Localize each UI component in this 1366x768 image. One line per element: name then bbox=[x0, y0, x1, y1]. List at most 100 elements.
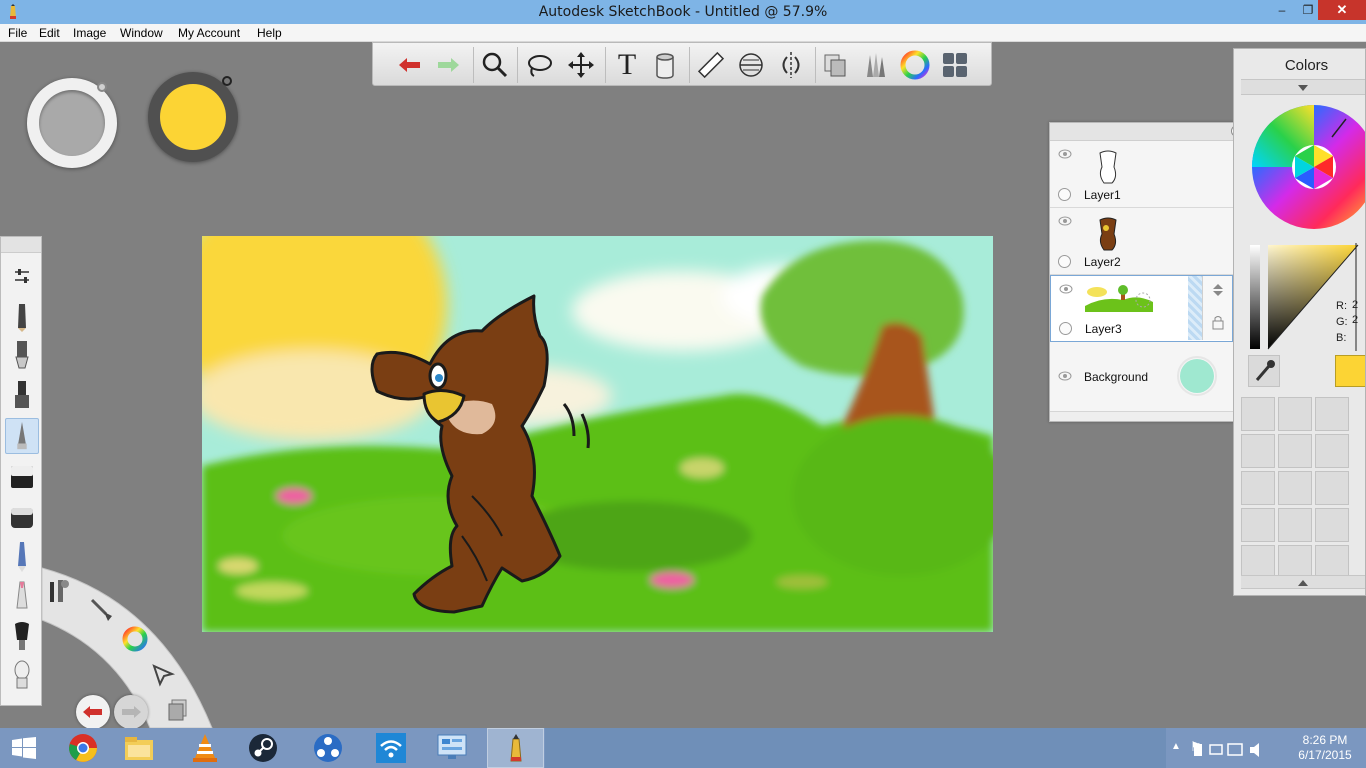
visibility-eye-icon[interactable] bbox=[1058, 371, 1072, 381]
swatch[interactable] bbox=[1241, 508, 1275, 542]
saturation-lightness-triangle[interactable] bbox=[1248, 239, 1366, 355]
g-value[interactable]: 2 bbox=[1352, 314, 1358, 326]
smudge-icon[interactable] bbox=[5, 658, 39, 694]
swatch[interactable] bbox=[1315, 471, 1349, 505]
ellipse-icon[interactable] bbox=[735, 49, 767, 81]
chisel-marker-icon[interactable] bbox=[5, 578, 39, 614]
color-puck[interactable] bbox=[148, 72, 238, 162]
pencil-icon[interactable] bbox=[5, 298, 39, 334]
swatch[interactable] bbox=[1315, 434, 1349, 468]
swatch[interactable] bbox=[1278, 508, 1312, 542]
r-label: R: bbox=[1336, 300, 1347, 312]
visibility-eye-icon[interactable] bbox=[1058, 216, 1072, 226]
menu-bar: File Edit Image Window My Account Help bbox=[0, 24, 1366, 42]
visibility-eye-icon[interactable] bbox=[1058, 149, 1072, 159]
menu-help[interactable]: Help bbox=[257, 26, 282, 40]
tray-chevron-icon[interactable]: ▲ bbox=[1171, 741, 1181, 752]
r-value[interactable]: 2 bbox=[1352, 299, 1358, 311]
menu-window[interactable]: Window bbox=[120, 26, 163, 40]
swatch[interactable] bbox=[1315, 397, 1349, 431]
tools-icon[interactable] bbox=[44, 576, 74, 606]
undo-icon[interactable] bbox=[393, 49, 425, 81]
layer-name: Layer3 bbox=[1085, 322, 1122, 336]
zoom-icon[interactable] bbox=[479, 49, 511, 81]
swatch[interactable] bbox=[1278, 397, 1312, 431]
swatch[interactable] bbox=[1241, 397, 1275, 431]
text-icon[interactable]: T bbox=[611, 49, 643, 81]
color-panel-collapse[interactable] bbox=[1241, 79, 1365, 95]
swatch[interactable] bbox=[1315, 545, 1349, 579]
action-center-flag-icon[interactable]: ⚑ bbox=[1190, 739, 1202, 755]
drawing-canvas[interactable] bbox=[202, 236, 993, 632]
close-button[interactable]: ✕ bbox=[1318, 0, 1366, 20]
lagoon-undo-button[interactable] bbox=[76, 695, 110, 729]
layer-row-layer3[interactable]: Layer3 bbox=[1050, 275, 1233, 342]
visibility-eye-icon[interactable] bbox=[1059, 284, 1073, 294]
minimize-button[interactable]: – bbox=[1268, 0, 1296, 20]
taskbar-wifi-app[interactable] bbox=[364, 728, 418, 768]
eyedropper-button[interactable] bbox=[1248, 355, 1280, 387]
menu-my-account[interactable]: My Account bbox=[178, 26, 240, 40]
layer-row-layer1[interactable]: Layer1 bbox=[1050, 141, 1233, 208]
swatch[interactable] bbox=[1315, 508, 1349, 542]
taskbar-vlc[interactable] bbox=[178, 728, 232, 768]
start-button[interactable] bbox=[0, 728, 50, 768]
layer-select-radio[interactable] bbox=[1058, 188, 1071, 201]
marker-icon[interactable] bbox=[5, 378, 39, 414]
lasso-icon[interactable] bbox=[523, 49, 555, 81]
ruler-icon[interactable] bbox=[695, 49, 727, 81]
layer-row-background[interactable]: Background bbox=[1050, 343, 1233, 410]
taskbar-network-hub[interactable] bbox=[301, 728, 355, 768]
color-editor-icon[interactable] bbox=[120, 624, 150, 654]
brush-properties-icon[interactable] bbox=[5, 258, 39, 294]
lagoon-redo-button[interactable] bbox=[114, 695, 148, 729]
layer-lock-icon[interactable] bbox=[1211, 314, 1225, 330]
taskbar-file-explorer[interactable] bbox=[112, 728, 166, 768]
color-wheel[interactable] bbox=[1248, 101, 1366, 235]
swatch-panel-collapse[interactable] bbox=[1241, 575, 1365, 589]
current-color-swatch[interactable] bbox=[1335, 355, 1365, 387]
airbrush-icon[interactable] bbox=[5, 418, 39, 454]
layer-move-icon[interactable] bbox=[1210, 282, 1226, 298]
symmetry-icon[interactable] bbox=[775, 49, 807, 81]
taskbar-sketchbook[interactable] bbox=[487, 728, 544, 768]
taskbar-clock[interactable]: 8:26 PM 6/17/2015 bbox=[1290, 733, 1360, 763]
copy-paste-icon[interactable] bbox=[819, 49, 851, 81]
paint-brush-icon[interactable] bbox=[5, 618, 39, 654]
eraser-icon[interactable] bbox=[5, 458, 39, 494]
taskbar-control-panel[interactable] bbox=[425, 728, 479, 768]
layers-quick-icon[interactable] bbox=[164, 694, 194, 724]
hard-eraser-icon[interactable] bbox=[5, 498, 39, 534]
swatch[interactable] bbox=[1278, 471, 1312, 505]
background-color-swatch[interactable] bbox=[1177, 356, 1217, 396]
inking-pen-icon[interactable] bbox=[5, 338, 39, 374]
colors-title: Colors bbox=[1284, 57, 1329, 74]
menu-file[interactable]: File bbox=[8, 26, 27, 40]
move-icon[interactable] bbox=[565, 49, 597, 81]
opacity-slider[interactable] bbox=[1188, 276, 1202, 340]
taskbar-chrome[interactable] bbox=[56, 728, 110, 768]
fill-icon[interactable] bbox=[649, 49, 681, 81]
menu-image[interactable]: Image bbox=[73, 26, 106, 40]
start-icon bbox=[12, 737, 36, 759]
swatch[interactable] bbox=[1278, 434, 1312, 468]
system-tray-icons[interactable] bbox=[1168, 742, 1278, 758]
redo-icon[interactable] bbox=[433, 49, 465, 81]
color-wheel-icon[interactable] bbox=[899, 49, 931, 81]
swatch[interactable] bbox=[1278, 545, 1312, 579]
brush-library-icon[interactable] bbox=[86, 594, 116, 624]
brush-palette bbox=[0, 236, 42, 706]
taskbar-steam[interactable] bbox=[236, 728, 290, 768]
brush-puck[interactable] bbox=[27, 78, 117, 168]
ballpoint-icon[interactable] bbox=[5, 538, 39, 574]
layer-row-layer2[interactable]: Layer2 bbox=[1050, 208, 1233, 275]
layout-icon[interactable] bbox=[939, 49, 971, 81]
menu-edit[interactable]: Edit bbox=[39, 26, 60, 40]
swatch[interactable] bbox=[1241, 471, 1275, 505]
layer-select-radio[interactable] bbox=[1059, 322, 1072, 335]
layer-select-radio[interactable] bbox=[1058, 255, 1071, 268]
brush-set-icon[interactable] bbox=[859, 49, 891, 81]
select-icon[interactable] bbox=[148, 660, 178, 690]
swatch[interactable] bbox=[1241, 545, 1275, 579]
swatch[interactable] bbox=[1241, 434, 1275, 468]
